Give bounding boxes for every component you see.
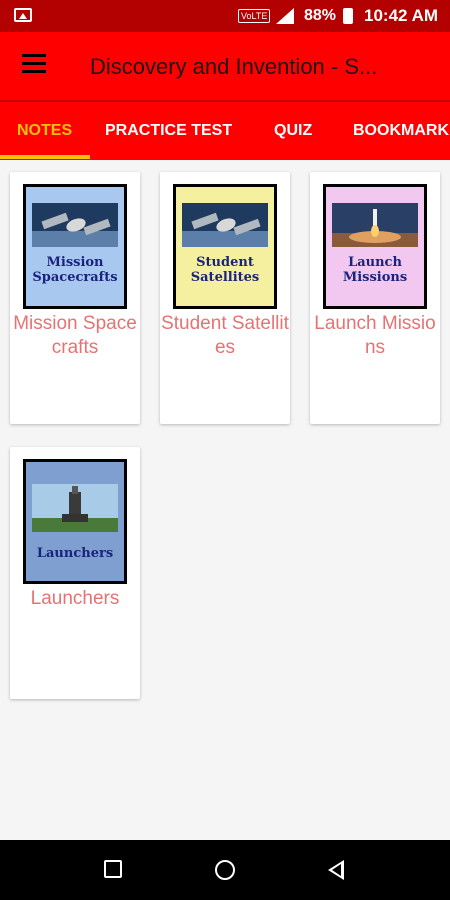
tab-practice-test[interactable]: PRACTICE TEST: [105, 122, 232, 140]
card-label: Student Satellites: [161, 313, 289, 358]
app-bar: Discovery and Invention - S...: [0, 32, 450, 102]
launchpad-image: [32, 484, 118, 532]
thumbnail-caption: Student Satellites: [190, 255, 260, 285]
satellite-image: [182, 203, 268, 247]
thumbnail: Mission Spacecrafts: [23, 184, 127, 309]
thumbnail: Student Satellites: [173, 184, 277, 309]
back-icon[interactable]: [328, 860, 344, 880]
navigation-bar: [0, 840, 450, 900]
tab-quiz[interactable]: QUIZ: [274, 122, 312, 140]
battery-icon: [343, 8, 353, 24]
battery-percentage: 88%: [304, 7, 337, 24]
thumbnail-caption: Launchers: [36, 546, 114, 561]
signal-icon: [276, 8, 294, 24]
card-label: Mission Spacecrafts: [13, 313, 137, 358]
tab-bar: NOTES PRACTICE TEST QUIZ BOOKMARK: [0, 102, 450, 160]
card-label: Launchers: [30, 588, 120, 609]
home-icon[interactable]: [215, 860, 235, 880]
active-tab-indicator: [0, 155, 90, 159]
thumbnail: Launch Missions: [323, 184, 427, 309]
card-label: Launch Missions: [314, 313, 436, 358]
status-clock: 10:42 AM: [364, 6, 439, 25]
card-launch-missions[interactable]: Launch Missions Launch Missions: [310, 172, 440, 424]
hamburger-menu-icon[interactable]: [22, 54, 48, 76]
thumbnail: Launchers: [23, 459, 127, 584]
thumbnail-caption: Launch Missions: [342, 255, 408, 285]
rocket-launch-image: [332, 203, 418, 247]
card-student-satellites[interactable]: Student Satellites Student Satellites: [160, 172, 290, 424]
status-bar: VoLTE 88% 10:42 AM: [0, 0, 450, 32]
card-mission-spacecrafts[interactable]: Mission Spacecrafts Mission Spacecrafts: [10, 172, 140, 424]
recent-apps-icon[interactable]: [104, 860, 122, 878]
gallery-notification-icon: [14, 8, 32, 22]
spacecraft-image: [32, 203, 118, 247]
app-title: Discovery and Invention - S...: [90, 54, 378, 79]
tab-bookmark[interactable]: BOOKMARK: [353, 122, 449, 140]
card-launchers[interactable]: Launchers Launchers: [10, 447, 140, 699]
volte-indicator: VoLTE: [238, 9, 271, 23]
thumbnail-caption: Mission Spacecrafts: [32, 255, 118, 285]
tab-notes[interactable]: NOTES: [17, 122, 72, 140]
